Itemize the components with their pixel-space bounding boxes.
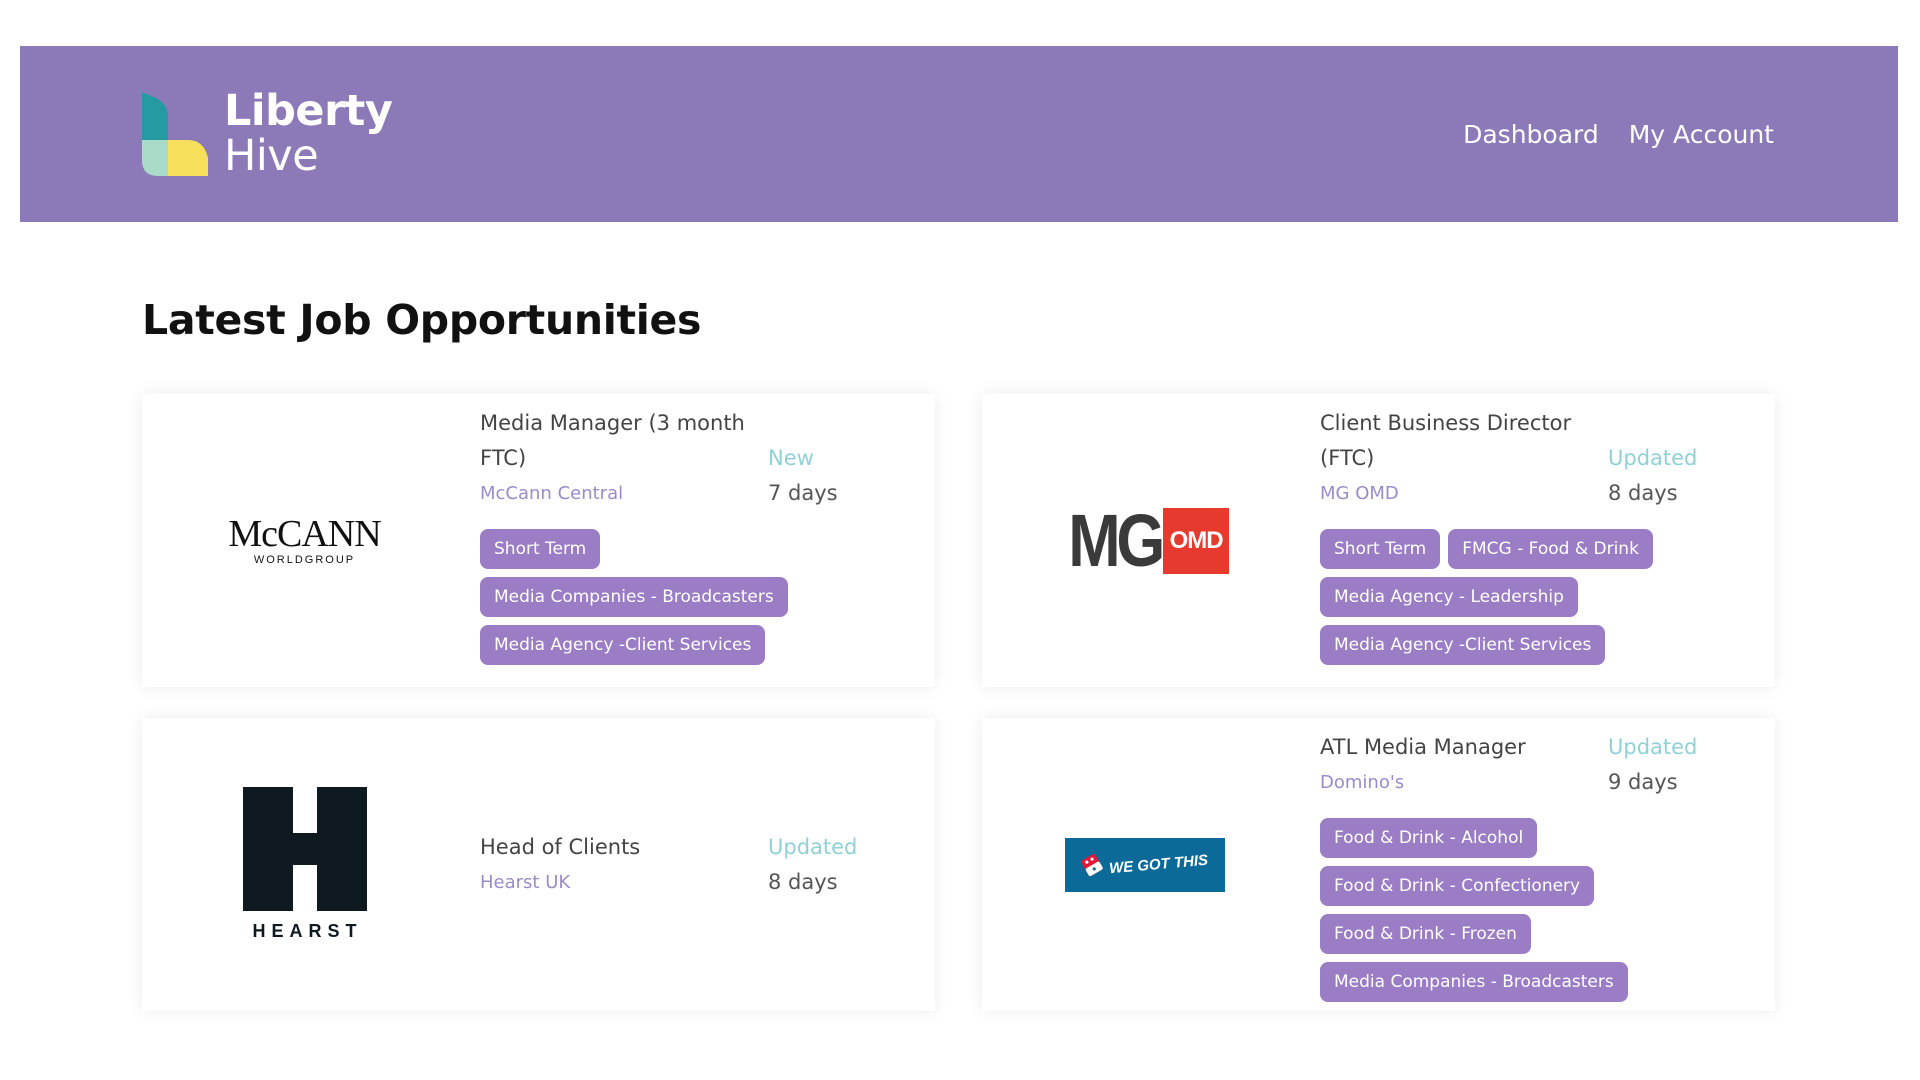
mccann-logo-sub: WORLDGROUP bbox=[253, 554, 356, 566]
nav-dashboard-link[interactable]: Dashboard bbox=[1463, 120, 1599, 149]
tag[interactable]: Media Agency -Client Services bbox=[480, 625, 766, 665]
status-badge: New bbox=[768, 446, 814, 470]
company-name[interactable]: MG OMD bbox=[1320, 476, 1608, 511]
mg-omd-logo-icon: MG OMD bbox=[1060, 498, 1230, 582]
logo-wordmark: Liberty Hive bbox=[224, 86, 393, 181]
tag-list: Food & Drink - Alcohol Food & Drink - Co… bbox=[1320, 818, 1720, 1002]
mccann-worldgroup-logo-icon: McCANN WORLDGROUP bbox=[228, 513, 381, 566]
mccann-logo-main: McCANN bbox=[228, 513, 381, 555]
job-info: Client Business Director (FTC) MG OMD Up… bbox=[1320, 406, 1755, 665]
status-badge: Updated bbox=[1608, 735, 1698, 759]
tag[interactable]: Media Agency - Leadership bbox=[1320, 577, 1578, 617]
main-nav: Dashboard My Account bbox=[1463, 120, 1774, 149]
posted-age: 8 days bbox=[768, 869, 838, 894]
tag-list: Short Term Media Companies - Broadcaster… bbox=[480, 529, 880, 665]
posted-age: 7 days bbox=[768, 481, 838, 505]
tag[interactable]: Short Term bbox=[480, 529, 601, 569]
hearst-h-mark-icon bbox=[242, 787, 367, 911]
job-title[interactable]: Media Manager (3 month bbox=[480, 406, 768, 441]
job-title-line2[interactable]: FTC) bbox=[480, 441, 768, 476]
company-logo-dominos: WE GOT THIS bbox=[982, 718, 1307, 1011]
tag[interactable]: FMCG - Food & Drink bbox=[1448, 529, 1653, 569]
company-logo-mg-omd: MG OMD bbox=[982, 394, 1307, 687]
company-name[interactable]: Domino's bbox=[1320, 765, 1608, 800]
job-info: Head of Clients Hearst UK Updated 8 days bbox=[480, 830, 915, 900]
company-logo-hearst: HEARST bbox=[142, 718, 467, 1011]
tag[interactable]: Short Term bbox=[1320, 529, 1441, 569]
status-badge: Updated bbox=[768, 834, 858, 859]
logo-word-liberty: Liberty bbox=[224, 86, 393, 136]
job-card-media-manager[interactable]: McCANN WORLDGROUP Media Manager (3 month… bbox=[142, 394, 935, 687]
liberty-hive-logo[interactable]: Liberty Hive bbox=[142, 86, 393, 181]
job-info: Media Manager (3 month FTC) McCann Centr… bbox=[480, 406, 915, 665]
tag[interactable]: Media Companies - Broadcasters bbox=[1320, 962, 1628, 1002]
status-badge: Updated bbox=[1608, 446, 1698, 470]
mg-logo-letters: MG bbox=[1068, 498, 1165, 582]
page-title: Latest Job Opportunities bbox=[142, 296, 702, 344]
tag[interactable]: Media Companies - Broadcasters bbox=[480, 577, 788, 617]
job-card-client-business-director[interactable]: MG OMD Client Business Director (FTC) MG… bbox=[982, 394, 1775, 687]
company-name[interactable]: McCann Central bbox=[480, 476, 768, 511]
job-title[interactable]: Client Business Director bbox=[1320, 406, 1608, 441]
tag[interactable]: Food & Drink - Confectionery bbox=[1320, 866, 1595, 906]
dominos-domino-icon bbox=[1081, 853, 1103, 876]
omd-logo-box: OMD bbox=[1163, 507, 1230, 574]
hearst-logo-icon: HEARST bbox=[242, 787, 367, 942]
posted-age: 8 days bbox=[1608, 481, 1678, 505]
dominos-slogan: WE GOT THIS bbox=[1108, 851, 1209, 878]
tag-list: Short Term FMCG - Food & Drink Media Age… bbox=[1320, 529, 1720, 665]
logo-word-hive: Hive bbox=[224, 131, 319, 181]
nav-my-account-link[interactable]: My Account bbox=[1629, 120, 1774, 149]
job-info: ATL Media Manager Domino's Updated 9 day… bbox=[1320, 730, 1755, 1002]
company-name[interactable]: Hearst UK bbox=[480, 865, 768, 900]
site-header: Liberty Hive Dashboard My Account bbox=[20, 46, 1898, 222]
job-card-atl-media-manager[interactable]: WE GOT THIS ATL Media Manager Domino's U… bbox=[982, 718, 1775, 1011]
job-card-head-of-clients[interactable]: HEARST Head of Clients Hearst UK Updated… bbox=[142, 718, 935, 1011]
job-title-line2[interactable]: (FTC) bbox=[1320, 441, 1608, 476]
tag[interactable]: Media Agency -Client Services bbox=[1320, 625, 1606, 665]
posted-age: 9 days bbox=[1608, 770, 1678, 794]
dominos-logo-icon: WE GOT THIS bbox=[1064, 837, 1225, 892]
job-title[interactable]: ATL Media Manager bbox=[1320, 730, 1608, 765]
job-title[interactable]: Head of Clients bbox=[480, 830, 768, 865]
hearst-logo-text: HEARST bbox=[252, 921, 363, 941]
company-logo-mccann: McCANN WORLDGROUP bbox=[142, 394, 467, 687]
tag[interactable]: Food & Drink - Frozen bbox=[1320, 914, 1531, 954]
tag[interactable]: Food & Drink - Alcohol bbox=[1320, 818, 1538, 858]
liberty-hive-logo-mark-icon bbox=[142, 92, 208, 176]
